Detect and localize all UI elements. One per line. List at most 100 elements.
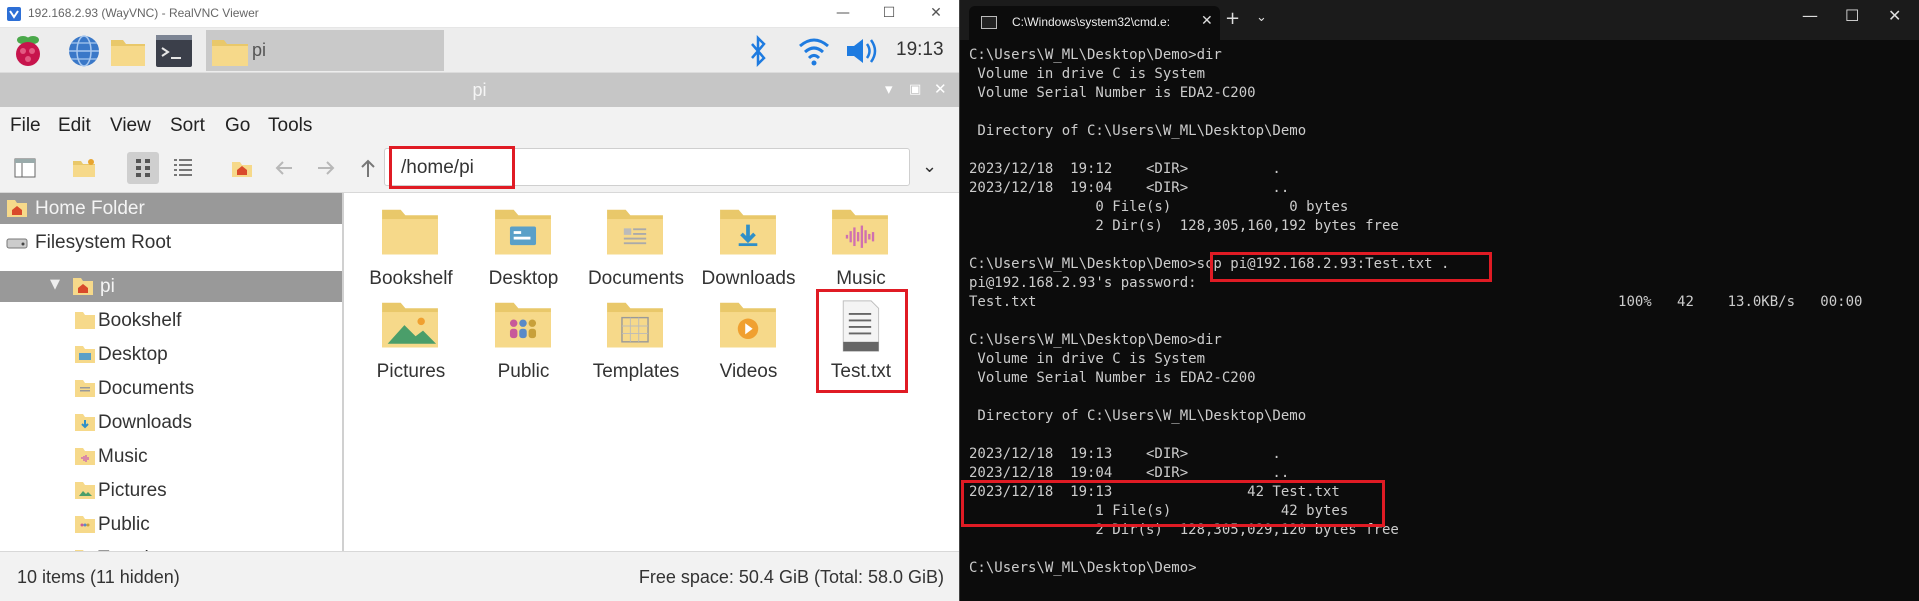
volume-icon[interactable]: [843, 32, 883, 70]
clock[interactable]: 19:13: [896, 39, 944, 61]
pi-taskbar: pi 19:13: [0, 28, 959, 73]
minimize-button[interactable]: —: [1802, 6, 1818, 25]
bluetooth-icon[interactable]: [746, 32, 770, 70]
realvnc-icon: [7, 7, 21, 21]
new-window-button[interactable]: [9, 152, 41, 184]
home-icon: [232, 162, 252, 177]
expand-arrow-icon[interactable]: ▼: [50, 277, 60, 292]
sidebar-item-downloads[interactable]: Downloads: [0, 407, 342, 438]
cmd-window: C:\Windows\system32\cmd.e: ✕ + ⌄ — ☐ ✕ C…: [959, 0, 1919, 601]
home-button[interactable]: [226, 152, 258, 184]
scp-command-highlight-box: [1210, 252, 1492, 282]
folder-icon: [75, 516, 95, 533]
file-manager-icon[interactable]: [108, 32, 148, 70]
maximize-icon[interactable]: ▣: [909, 82, 921, 97]
back-button[interactable]: [268, 152, 300, 184]
sidebar-item-desktop[interactable]: Desktop: [0, 339, 342, 370]
menu-view[interactable]: View: [110, 115, 151, 137]
drive-icon: [6, 238, 28, 249]
close-icon[interactable]: ✕: [934, 80, 947, 98]
file-item-downloads[interactable]: Downloads: [694, 200, 804, 290]
forward-button[interactable]: [310, 152, 342, 184]
console-line: 2023/12/18 19:13 <DIR> .: [969, 446, 1281, 462]
console-line: Volume in drive C is System: [969, 66, 1206, 82]
terminal-tab[interactable]: C:\Windows\system32\cmd.e: ✕: [969, 6, 1220, 40]
file-item-music[interactable]: Music: [806, 200, 916, 290]
folder-icon: [75, 312, 95, 329]
free-space: Free space: 50.4 GiB (Total: 58.0 GiB): [638, 567, 944, 587]
folder-music-icon: [832, 209, 888, 255]
minimize-button[interactable]: —: [829, 2, 857, 24]
list-view-button[interactable]: [167, 152, 199, 184]
arrow-right-icon: [318, 161, 335, 175]
terminal-tab-bar: C:\Windows\system32\cmd.e: ✕ + ⌄ — ☐ ✕: [960, 0, 1919, 40]
web-browser-icon[interactable]: [64, 32, 104, 70]
file-item-label: Pictures: [376, 361, 446, 382]
console-line: C:\Users\W_ML\Desktop\Demo>: [969, 560, 1197, 576]
maximize-button[interactable]: ☐: [875, 2, 903, 24]
home-folder-icon: [7, 200, 27, 217]
close-button[interactable]: ✕: [922, 2, 950, 24]
sidebar-filesystem-root[interactable]: Filesystem Root: [0, 227, 342, 258]
close-button[interactable]: ✕: [1888, 6, 1901, 25]
file-item-bookshelf[interactable]: Bookshelf: [356, 200, 466, 290]
menu-tools[interactable]: Tools: [268, 115, 312, 137]
file-item-documents[interactable]: Documents: [581, 200, 691, 290]
cmd-icon: [981, 16, 997, 29]
folder-pictures-icon: [382, 302, 438, 348]
folder-downloads-icon: [719, 209, 776, 255]
folder-public-icon: [494, 302, 551, 348]
file-item-videos[interactable]: Videos: [694, 293, 804, 383]
menu-edit[interactable]: Edit: [58, 115, 91, 137]
raspberry-menu-icon[interactable]: [8, 32, 48, 70]
menu-sort[interactable]: Sort: [170, 115, 205, 137]
file-item-public[interactable]: Public: [469, 293, 579, 383]
tab-close-icon[interactable]: ✕: [1201, 13, 1213, 29]
terminal-icon[interactable]: [154, 32, 194, 70]
menu-go[interactable]: Go: [225, 115, 250, 137]
sidebar-pi-folder[interactable]: ▼ pi: [0, 271, 342, 302]
sidebar-item-label: Music: [98, 446, 148, 467]
up-button[interactable]: [352, 152, 384, 184]
sidebar-item-public[interactable]: Public: [0, 509, 342, 540]
console-line: 0 File(s) 0 bytes: [969, 199, 1349, 215]
taskbar-window-label: pi: [252, 40, 267, 60]
sidebar-item-documents[interactable]: Documents: [0, 373, 342, 404]
new-folder-icon: [73, 159, 95, 177]
maximize-button[interactable]: ☐: [1845, 6, 1859, 25]
sidebar-item-music[interactable]: Music: [0, 441, 342, 472]
sidebar-item-bookshelf[interactable]: Bookshelf: [0, 305, 342, 336]
sidebar-home-folder[interactable]: Home Folder: [0, 193, 342, 224]
vnc-title-bar: 192.168.2.93 (WayVNC) - RealVNC Viewer —…: [0, 0, 959, 28]
vnc-viewer-window: 192.168.2.93 (WayVNC) - RealVNC Viewer —…: [0, 0, 959, 601]
folder-icon: [75, 346, 95, 363]
sidebar-label: pi: [100, 276, 115, 297]
console-line: Volume Serial Number is EDA2-C200: [969, 370, 1256, 386]
menu-file[interactable]: File: [10, 115, 41, 137]
sidebar-item-pictures[interactable]: Pictures: [0, 475, 342, 506]
test-file-highlight-box: [816, 289, 908, 393]
path-history-dropdown[interactable]: ⌄: [922, 156, 937, 177]
folder-icon: [75, 482, 95, 499]
new-folder-button[interactable]: [67, 152, 99, 184]
folder-icon: [212, 40, 248, 66]
console-line: Volume Serial Number is EDA2-C200: [969, 85, 1256, 101]
new-tab-button[interactable]: +: [1225, 8, 1240, 29]
console-line: Directory of C:\Users\W_ML\Desktop\Demo: [969, 408, 1307, 424]
folder-icon: [75, 448, 95, 465]
file-item-desktop[interactable]: Desktop: [469, 200, 579, 290]
icon-view-button[interactable]: [127, 152, 159, 184]
taskbar-window-button[interactable]: pi: [206, 30, 444, 71]
file-item-label: Desktop: [488, 268, 559, 289]
wifi-icon[interactable]: [796, 32, 832, 70]
minimize-icon[interactable]: ▾: [885, 80, 893, 98]
file-manager-title: pi: [472, 80, 487, 100]
file-item-templates[interactable]: Templates: [581, 293, 691, 383]
sidebar-item-templates[interactable]: Templates: [0, 543, 342, 551]
file-item-pictures[interactable]: Pictures: [356, 293, 466, 383]
tab-dropdown-icon[interactable]: ⌄: [1256, 10, 1267, 25]
file-item-label: Templates: [592, 361, 680, 382]
